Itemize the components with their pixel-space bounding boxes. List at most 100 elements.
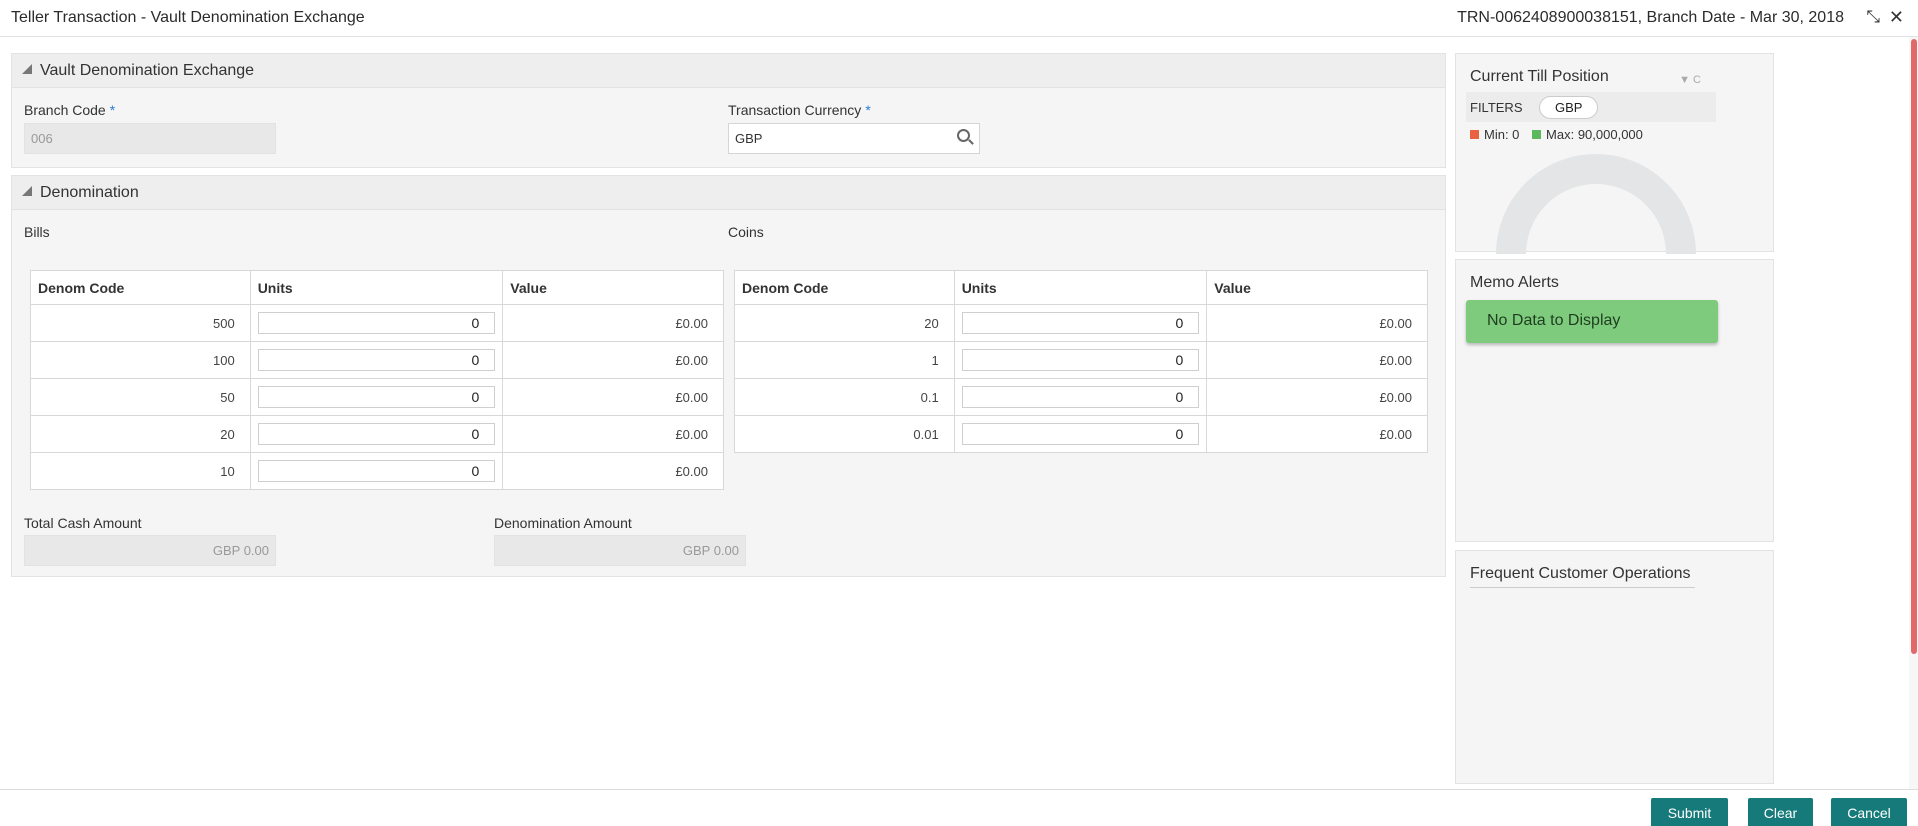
min-legend-swatch <box>1470 130 1479 140</box>
bills-label: Bills <box>24 224 50 240</box>
collapse-triangle-icon[interactable] <box>22 64 32 74</box>
frequent-ops-title: Frequent Customer Operations <box>1470 565 1691 582</box>
cancel-button[interactable]: Cancel <box>1831 798 1907 826</box>
filters-bar: FILTERS GBP <box>1466 92 1716 122</box>
units-input[interactable] <box>961 349 1200 371</box>
memo-alerts-panel: Memo Alerts No Data to Display <box>1455 259 1774 542</box>
column-header: Units <box>249 270 504 305</box>
clear-button[interactable]: Clear <box>1748 798 1813 826</box>
filters-label: FILTERS <box>1470 100 1523 115</box>
scrollbar-thumb[interactable] <box>1911 39 1917 654</box>
submit-button[interactable]: Submit <box>1651 798 1728 826</box>
max-legend-label: Max: 90,000,000 <box>1546 127 1643 142</box>
table-row: 1 £0.00 <box>734 341 1428 379</box>
transaction-currency-field[interactable]: GBP <box>728 123 980 154</box>
branch-code-label: Branch Code * <box>24 102 116 118</box>
denom-code-cell: 0.01 <box>734 415 955 453</box>
value-cell: £0.00 <box>502 341 724 379</box>
units-input[interactable] <box>257 349 496 371</box>
units-cell <box>249 452 504 490</box>
units-cell <box>249 304 504 342</box>
denom-code-cell: 0.1 <box>734 378 955 416</box>
section-title: Denomination <box>40 184 139 201</box>
filter-icon[interactable]: ▼ <box>1679 74 1690 86</box>
no-data-message: No Data to Display <box>1466 300 1718 343</box>
column-header: Value <box>1206 270 1428 305</box>
window-title: Teller Transaction - Vault Denomination … <box>11 9 365 26</box>
minimize-icon[interactable]: ⤡ <box>1866 7 1880 27</box>
denomination-amount-label: Denomination Amount <box>494 515 632 531</box>
till-legend: Min: 0 Max: 90,000,000 <box>1470 127 1643 142</box>
total-cash-field: GBP 0.00 <box>24 535 276 566</box>
frequent-ops-panel: Frequent Customer Operations <box>1455 550 1774 784</box>
table-row: 500 £0.00 <box>30 304 724 342</box>
close-icon[interactable]: ✕ <box>1889 7 1904 28</box>
denom-code-cell: 1 <box>734 341 955 379</box>
table-row: 50 £0.00 <box>30 378 724 416</box>
denomination-panel: Denomination Bills Coins Denom Code Unit… <box>11 175 1446 577</box>
value-cell: £0.00 <box>502 415 724 453</box>
coins-label: Coins <box>728 224 764 240</box>
max-legend-swatch <box>1532 130 1542 140</box>
title-underline <box>1470 587 1695 588</box>
branch-code-field: 006 <box>24 123 276 154</box>
value-cell: £0.00 <box>502 378 724 416</box>
units-input[interactable] <box>257 460 496 482</box>
units-input[interactable] <box>961 386 1200 408</box>
denomination-header[interactable]: Denomination <box>12 176 1445 210</box>
units-cell <box>953 415 1208 453</box>
units-input[interactable] <box>257 423 496 445</box>
units-input[interactable] <box>257 312 496 334</box>
min-legend-label: Min: 0 <box>1484 127 1520 142</box>
denomination-amount-field: GBP 0.00 <box>494 535 746 566</box>
units-input[interactable] <box>961 312 1200 334</box>
denom-code-cell: 50 <box>30 378 251 416</box>
units-cell <box>953 304 1208 342</box>
value-cell: £0.00 <box>502 452 724 490</box>
denom-code-cell: 10 <box>30 452 251 490</box>
vertical-scrollbar[interactable] <box>1909 37 1918 789</box>
footer-bar: Submit Clear Cancel <box>0 789 1918 826</box>
column-header: Units <box>953 270 1208 305</box>
transaction-reference: TRN-0062408900038151, Branch Date - Mar … <box>1457 9 1844 26</box>
value-cell: £0.00 <box>1206 304 1428 342</box>
denom-code-cell: 500 <box>30 304 251 342</box>
filter-refresh-icons[interactable]: ▼ C <box>1679 74 1701 86</box>
bills-table: Denom Code Units Value 500£0.00100£0.005… <box>30 270 724 490</box>
units-cell <box>249 341 504 379</box>
refresh-icon[interactable]: C <box>1693 74 1701 86</box>
table-row: 100 £0.00 <box>30 341 724 379</box>
table-header-row: Denom Code Units Value <box>30 270 724 305</box>
units-cell <box>953 378 1208 416</box>
units-cell <box>953 341 1208 379</box>
table-row: 0.01 £0.00 <box>734 415 1428 453</box>
units-input[interactable] <box>257 386 496 408</box>
filter-chip-gbp[interactable]: GBP <box>1539 96 1599 119</box>
value-cell: £0.00 <box>1206 341 1428 379</box>
section-title: Vault Denomination Exchange <box>40 62 255 79</box>
units-cell <box>249 378 504 416</box>
collapse-triangle-icon[interactable] <box>22 186 32 196</box>
denom-code-cell: 20 <box>30 415 251 453</box>
table-row: 10 £0.00 <box>30 452 724 490</box>
transaction-currency-label: Transaction Currency * <box>728 102 871 118</box>
units-input[interactable] <box>961 423 1200 445</box>
gauge-arc <box>1496 154 1696 254</box>
currency-value: GBP <box>735 131 763 146</box>
till-position-panel: Current Till Position ▼ C FILTERS GBP Mi… <box>1455 53 1774 254</box>
vault-exchange-panel: Vault Denomination Exchange Branch Code *… <box>11 53 1446 168</box>
column-header: Denom Code <box>734 270 955 305</box>
till-gauge <box>1496 154 1696 254</box>
table-row: 20 £0.00 <box>30 415 724 453</box>
denom-code-cell: 100 <box>30 341 251 379</box>
value-cell: £0.00 <box>1206 378 1428 416</box>
vault-exchange-header[interactable]: Vault Denomination Exchange <box>12 54 1445 88</box>
table-row: 0.1 £0.00 <box>734 378 1428 416</box>
column-header: Value <box>502 270 724 305</box>
till-position-title: Current Till Position <box>1470 68 1609 85</box>
memo-alerts-title: Memo Alerts <box>1470 274 1559 291</box>
value-cell: £0.00 <box>502 304 724 342</box>
search-icon[interactable] <box>957 129 970 142</box>
units-cell <box>249 415 504 453</box>
denom-code-cell: 20 <box>734 304 955 342</box>
